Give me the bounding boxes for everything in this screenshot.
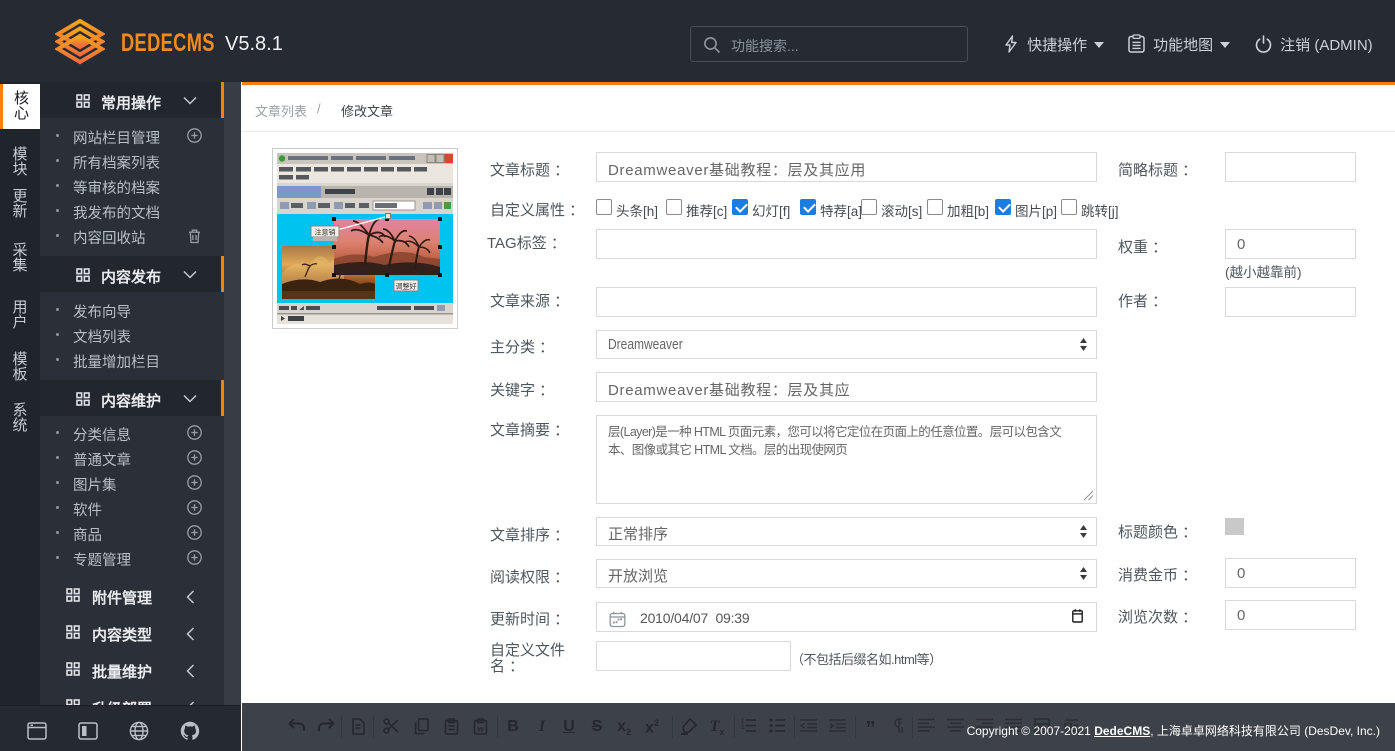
svg-text:w: w — [476, 725, 484, 734]
svg-text:调整好: 调整好 — [396, 282, 417, 291]
svg-text:2: 2 — [741, 725, 745, 731]
svg-text:注意销: 注意销 — [315, 228, 336, 237]
